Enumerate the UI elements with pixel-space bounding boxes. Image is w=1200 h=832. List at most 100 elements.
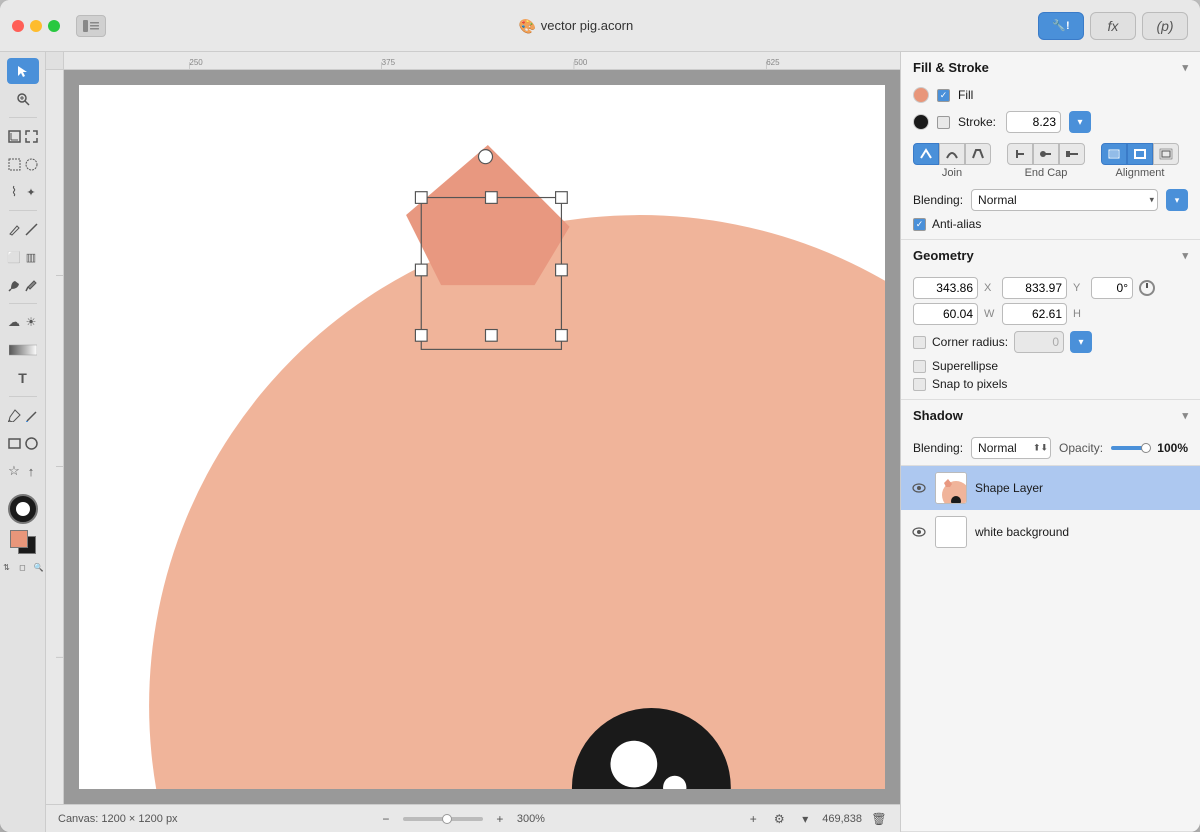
star-tool-button[interactable]: ☁ (7, 309, 22, 335)
maximize-button[interactable] (48, 20, 60, 32)
endcap-label: End Cap (1025, 167, 1068, 179)
align-inside-button[interactable] (1101, 143, 1127, 165)
alignment-buttons (1101, 143, 1179, 165)
stroke-checkbox[interactable] (937, 116, 950, 129)
eraser-button[interactable]: ⬜ (7, 244, 22, 270)
endcap-buttons (1007, 143, 1085, 165)
crop-tool-button[interactable] (7, 123, 22, 149)
chevron-down-status-icon[interactable]: ▾ (796, 810, 814, 828)
rect-shape-button[interactable] (7, 430, 22, 456)
join-label: Join (942, 167, 962, 179)
h-input[interactable] (1002, 303, 1067, 325)
corner-radius-dropdown[interactable]: ▾ (1070, 331, 1092, 353)
blending-value: Normal (978, 193, 1017, 207)
zoom-out-button[interactable]: − (377, 810, 395, 828)
zoom-tool-button[interactable] (7, 86, 39, 112)
layer-item-bg[interactable]: white background (901, 510, 1200, 554)
main-color-swatch[interactable] (8, 494, 38, 524)
fill-row: Fill (901, 83, 1200, 107)
text-button[interactable]: T (7, 365, 39, 391)
corner-radius-input[interactable] (1014, 331, 1064, 353)
blending-select-display[interactable]: Normal (971, 189, 1158, 211)
layer-settings-button[interactable]: ⚙ (770, 810, 788, 828)
stroke-color-dot[interactable] (913, 114, 929, 130)
fill-color-dot[interactable] (913, 87, 929, 103)
gradient-button[interactable] (7, 337, 39, 363)
join-miter-button[interactable] (913, 143, 939, 165)
w-input[interactable] (913, 303, 978, 325)
y-input[interactable] (1002, 277, 1067, 299)
w-label: W (984, 308, 996, 320)
fill-checkbox[interactable] (937, 89, 950, 102)
minimize-button[interactable] (30, 20, 42, 32)
align-outside-button[interactable] (1153, 143, 1179, 165)
pattern-button[interactable]: ▥ (24, 244, 39, 270)
zoom-in-button[interactable]: + (491, 810, 509, 828)
zoom-slider[interactable] (403, 817, 483, 821)
rotation-dial[interactable] (1139, 280, 1155, 296)
ellipse-shape-button[interactable] (24, 430, 39, 456)
shadow-header[interactable]: Shadow ▾ (901, 400, 1200, 431)
line-button[interactable] (24, 216, 39, 242)
select-tool-button[interactable] (7, 58, 39, 84)
geometry-title: Geometry (913, 248, 974, 263)
ellipse-select-button[interactable] (24, 151, 39, 177)
opacity-slider[interactable] (1111, 446, 1149, 450)
geometry-header[interactable]: Geometry ▾ (901, 240, 1200, 271)
lasso-button[interactable]: ⌇ (7, 179, 22, 205)
stroke-dropdown-button[interactable]: ▾ (1069, 111, 1091, 133)
pencil-button[interactable] (24, 402, 39, 428)
snap-pixels-label: Snap to pixels (932, 377, 1007, 391)
blending-dropdown-button[interactable]: ▾ (1166, 189, 1188, 211)
star-shape-button[interactable]: ☆ (7, 458, 22, 484)
close-button[interactable] (12, 20, 24, 32)
endcap-square-button[interactable] (1059, 143, 1085, 165)
magic-wand-button[interactable]: ✦ (24, 179, 39, 205)
pen-button[interactable] (7, 402, 22, 428)
p-tool-button[interactable]: (p) (1142, 12, 1188, 40)
star-cloud-row: ☁ ☀ (7, 309, 39, 335)
endcap-round-button[interactable] (1033, 143, 1059, 165)
geometry-collapse-icon: ▾ (1182, 249, 1188, 262)
eyedropper-button[interactable] (24, 272, 39, 298)
toolbar-separator-4 (9, 396, 37, 397)
zoom-status-button[interactable]: 🔍 (32, 560, 46, 574)
default-colors-button[interactable]: ◻ (16, 560, 30, 574)
layer-eye-shape[interactable] (911, 480, 927, 496)
snap-pixels-checkbox[interactable] (913, 378, 926, 391)
join-round-button[interactable] (939, 143, 965, 165)
coordinates-label: 469,838 (822, 813, 862, 825)
fx-tool-button[interactable]: fx (1090, 12, 1136, 40)
shadow-section: Shadow ▾ Blending: Normal ⬆⬇ Opacity: (901, 400, 1200, 466)
canvas-content (79, 85, 885, 789)
rotation-input[interactable] (1091, 277, 1133, 299)
inspector-tool-button[interactable]: 🔧! (1038, 12, 1084, 40)
align-center-button[interactable] (1127, 143, 1153, 165)
stroke-value-input[interactable] (1006, 111, 1061, 133)
rect-select-button[interactable] (7, 151, 22, 177)
layer-item-shape[interactable]: Shape Layer (901, 466, 1200, 510)
antialias-checkbox[interactable] (913, 218, 926, 231)
sidebar-toggle-button[interactable] (76, 15, 106, 37)
x-input[interactable] (913, 277, 978, 299)
add-layer-button[interactable]: + (744, 810, 762, 828)
brush-button[interactable] (7, 216, 22, 242)
small-tool-row: ⇅ ◻ 🔍 (0, 560, 46, 574)
cloud-tool-button[interactable]: ☀ (24, 309, 39, 335)
shadow-title: Shadow (913, 408, 963, 423)
layer-eye-bg[interactable] (911, 524, 927, 540)
superellipse-checkbox[interactable] (913, 360, 926, 373)
trash-button[interactable]: 🗑 (870, 810, 888, 828)
geometry-section: Geometry ▾ X Y W H (901, 240, 1200, 400)
swap-colors-button[interactable]: ⇅ (0, 560, 14, 574)
transform-tool-button[interactable] (24, 123, 39, 149)
fill-button[interactable] (7, 272, 22, 298)
join-bevel-button[interactable] (965, 143, 991, 165)
canvas-viewport[interactable] (64, 70, 900, 804)
fg-color-swatch[interactable] (10, 530, 28, 548)
fill-stroke-header[interactable]: Fill & Stroke ▾ (901, 52, 1200, 83)
blending-row: Blending: Normal ▾ ▾ (901, 185, 1200, 215)
corner-radius-checkbox[interactable] (913, 336, 926, 349)
arrow-shape-button[interactable]: ↑ (24, 458, 39, 484)
endcap-butt-button[interactable] (1007, 143, 1033, 165)
